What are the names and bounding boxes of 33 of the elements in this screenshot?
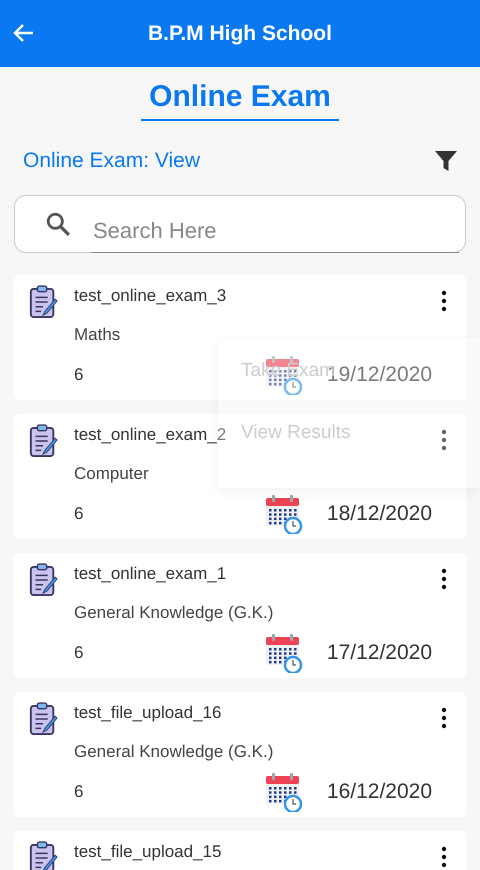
clipboard-icon [28,702,58,736]
exam-subject: General Knowledge (G.K.) [74,603,274,623]
calendar-clock-icon [264,633,303,673]
search-icon [45,211,71,237]
exam-class: 6 [74,643,84,663]
exam-name: test_online_exam_3 [74,286,226,306]
section-label: Online Exam: View [23,149,200,173]
page-title: Online Exam [141,80,339,121]
exam-class: 6 [74,782,84,802]
clipboard-icon [28,424,58,458]
exam-card[interactable]: test_online_exam_1 General Knowledge (G.K.) 6 17/12/2020 [14,553,466,678]
app-title: B.P.M High School [148,22,332,46]
exam-subject: Computer [74,464,149,484]
exam-card[interactable]: test_file_upload_15 [14,831,466,870]
exam-name: test_file_upload_16 [74,703,222,723]
clipboard-icon [28,563,58,597]
exam-class: 6 [74,504,84,524]
clipboard-icon [28,285,58,319]
calendar-clock-icon [264,494,303,534]
exam-date: 18/12/2020 [326,502,432,526]
exam-name: test_online_exam_1 [74,564,226,584]
search-field[interactable]: Search Here [14,195,466,253]
filter-icon[interactable] [434,149,458,173]
exam-subject: General Knowledge (G.K.) [74,742,274,762]
exam-class: 6 [74,365,84,385]
calendar-clock-icon [264,772,303,812]
exam-name: test_online_exam_2 [74,425,226,445]
clipboard-icon [28,841,58,870]
exam-date: 17/12/2020 [326,641,432,665]
exam-subject: Maths [74,325,120,345]
exam-name: test_file_upload_15 [74,842,222,862]
exam-card[interactable]: test_file_upload_16 General Knowledge (G.K.) 6 16/12/2020 [14,692,466,817]
exam-date: 16/12/2020 [326,780,432,804]
